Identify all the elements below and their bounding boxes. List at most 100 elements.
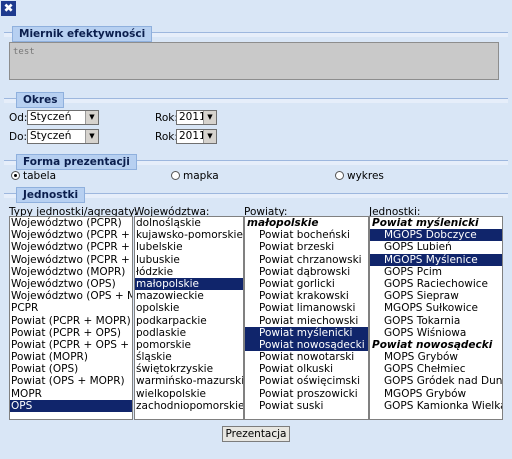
radio-wykres-label: wykres: [347, 170, 384, 182]
list-item[interactable]: Powiat myślenicki: [245, 326, 368, 339]
list-item[interactable]: małopolskie: [135, 277, 243, 291]
radio-mapka[interactable]: mapka: [171, 170, 219, 182]
list-item[interactable]: Powiat brzeski: [245, 241, 368, 253]
list-item[interactable]: MOPS Grybów: [370, 351, 502, 363]
list-item[interactable]: Powiat (MOPR): [10, 351, 132, 363]
close-icon[interactable]: ✖: [1, 1, 16, 16]
list-item[interactable]: lubelskie: [135, 241, 243, 253]
list-item[interactable]: PCPR: [10, 302, 132, 314]
miernik-textarea[interactable]: test: [9, 42, 499, 80]
list-item[interactable]: GOPS Tokarnia: [370, 315, 502, 327]
jednostki-section-title: Jednostki: [16, 187, 86, 203]
list-item[interactable]: MGOPS Grybów: [370, 388, 502, 400]
list-item[interactable]: GOPS Pcim: [370, 266, 502, 278]
list-item[interactable]: warmińsko-mazurskie: [135, 375, 243, 387]
od-year-select[interactable]: 2011 ▼: [176, 110, 217, 125]
list-item[interactable]: MGOPS Myślenice: [370, 253, 502, 266]
list-group-header[interactable]: Powiat myślenicki: [370, 217, 502, 229]
do-year-select[interactable]: 2011 ▼: [176, 129, 217, 144]
list-item[interactable]: kujawsko-pomorskie: [135, 229, 243, 241]
list-item[interactable]: mazowieckie: [135, 290, 243, 302]
list-item[interactable]: Województwo (OPS + MOPR): [10, 290, 132, 302]
list-item[interactable]: wielkopolskie: [135, 388, 243, 400]
do-month-value: Styczeń: [30, 130, 72, 142]
list-item[interactable]: Województwo (PCPR + OPS + MOPR): [10, 254, 132, 266]
okres-section-title: Okres: [16, 92, 65, 108]
list-item[interactable]: Powiat chrzanowski: [245, 254, 368, 266]
list-group-header[interactable]: małopolskie: [245, 217, 368, 229]
do-label: Do:: [9, 131, 28, 143]
list-group-header[interactable]: Powiat nowosądecki: [370, 339, 502, 351]
list-item[interactable]: świętokrzyskie: [135, 363, 243, 375]
radio-wykres-dot[interactable]: [335, 171, 344, 180]
forma-section-title: Forma prezentacji: [16, 154, 137, 170]
list-item[interactable]: Powiat (PCPR + MOPR): [10, 315, 132, 327]
list-item[interactable]: pomorskie: [135, 339, 243, 351]
od-year-value: 2011: [179, 111, 206, 123]
radio-wykres[interactable]: wykres: [335, 170, 384, 182]
list-item[interactable]: MGOPS Dobczyce: [370, 229, 502, 242]
typy-listbox[interactable]: Województwo (PCPR)Województwo (PCPR + MO…: [9, 216, 133, 420]
list-item[interactable]: Powiat (PCPR + OPS + MOPR): [10, 339, 132, 351]
chevron-down-icon: ▼: [203, 111, 216, 124]
list-item[interactable]: Województwo (PCPR): [10, 217, 132, 229]
list-item[interactable]: łódzkie: [135, 266, 243, 278]
od-rok-label: Rok:: [155, 112, 178, 124]
list-item[interactable]: Powiat limanowski: [245, 302, 368, 314]
miernik-section-title: Miernik efektywności: [12, 26, 153, 42]
list-item[interactable]: Powiat gorlicki: [245, 278, 368, 290]
wojewodztwa-listbox[interactable]: dolnośląskie kujawsko-pomorskie lubelskie l…: [134, 216, 244, 420]
list-item[interactable]: Powiat nowotarski: [245, 351, 368, 363]
list-item[interactable]: Województwo (OPS): [10, 278, 132, 290]
jednostki-listbox[interactable]: Powiat myślenicki MGOPS Dobczyce GOPS Lubi…: [369, 216, 503, 420]
list-item[interactable]: Powiat krakowski: [245, 290, 368, 302]
list-item[interactable]: GOPS Siepraw: [370, 290, 502, 302]
list-item[interactable]: GOPS Gródek nad Dunajcem: [370, 375, 502, 387]
list-item[interactable]: GOPS Chełmiec: [370, 363, 502, 375]
window-titlebar: ✖: [0, 0, 512, 20]
list-item[interactable]: zachodniopomorskie: [135, 400, 243, 412]
list-item[interactable]: GOPS Lubień: [370, 241, 502, 253]
prezentacja-button[interactable]: Prezentacja: [222, 426, 290, 442]
list-item[interactable]: Powiat (PCPR + OPS): [10, 327, 132, 339]
do-rok-label: Rok:: [155, 131, 178, 143]
list-item[interactable]: Województwo (PCPR + OPS): [10, 241, 132, 253]
list-item[interactable]: podlaskie: [135, 327, 243, 339]
list-item[interactable]: GOPS Kamionka Wielka: [370, 400, 502, 412]
radio-mapka-dot[interactable]: [171, 171, 180, 180]
list-item[interactable]: Powiat oświęcimski: [245, 375, 368, 387]
chevron-down-icon: ▼: [85, 111, 98, 124]
radio-mapka-label: mapka: [183, 170, 219, 182]
list-item[interactable]: Powiat miechowski: [245, 315, 368, 327]
list-item[interactable]: GOPS Raciechowice: [370, 278, 502, 290]
radio-tabela[interactable]: tabela: [11, 170, 56, 182]
do-month-select[interactable]: Styczeń ▼: [27, 129, 99, 144]
list-item[interactable]: podkarpackie: [135, 315, 243, 327]
list-item[interactable]: Powiat suski: [245, 400, 368, 412]
radio-tabela-dot[interactable]: [11, 171, 20, 180]
list-item[interactable]: Województwo (PCPR + MOPR): [10, 229, 132, 241]
list-item[interactable]: opolskie: [135, 302, 243, 314]
list-item[interactable]: MGOPS Sułkowice: [370, 302, 502, 314]
list-item[interactable]: Województwo (MOPR): [10, 266, 132, 278]
list-item[interactable]: Powiat olkuski: [245, 363, 368, 375]
list-item[interactable]: Powiat (OPS + MOPR): [10, 375, 132, 387]
list-item[interactable]: Powiat proszowicki: [245, 388, 368, 400]
radio-tabela-label: tabela: [23, 170, 57, 182]
list-item[interactable]: dolnośląskie: [135, 217, 243, 229]
list-item[interactable]: lubuskie: [135, 254, 243, 266]
list-item[interactable]: Powiat dąbrowski: [245, 266, 368, 278]
chevron-down-icon: ▼: [85, 130, 98, 143]
list-item[interactable]: Powiat bocheński: [245, 229, 368, 241]
od-label: Od:: [9, 112, 28, 124]
chevron-down-icon: ▼: [203, 130, 216, 143]
list-item[interactable]: Powiat nowosądecki: [245, 338, 368, 352]
list-item[interactable]: OPS: [10, 399, 132, 412]
list-item[interactable]: MOPR: [10, 388, 132, 400]
okres-section-divider: [4, 98, 508, 103]
list-item[interactable]: śląskie: [135, 351, 243, 363]
od-month-select[interactable]: Styczeń ▼: [27, 110, 99, 125]
powiaty-listbox[interactable]: małopolskie Powiat bocheński Powiat brzesk…: [244, 216, 369, 420]
list-item[interactable]: GOPS Wiśniowa: [370, 327, 502, 339]
list-item[interactable]: Powiat (OPS): [10, 363, 132, 375]
